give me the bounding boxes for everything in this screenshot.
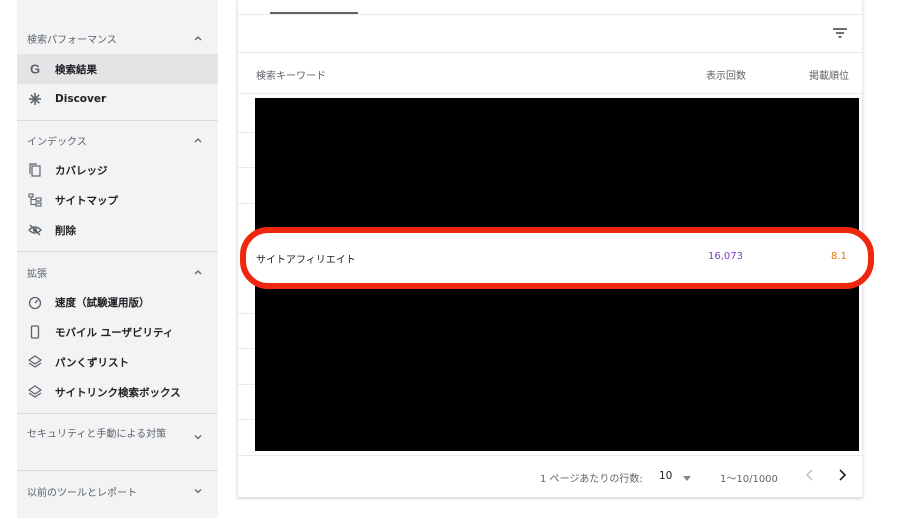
row-divider xyxy=(238,132,255,133)
chevron-up-icon xyxy=(194,270,202,275)
filter-icon[interactable] xyxy=(832,25,848,41)
section-title: 検索パフォーマンス xyxy=(27,34,117,46)
sidebar-item-label: カバレッジ xyxy=(55,164,108,177)
sidebar-item-discover[interactable]: Discover xyxy=(17,84,218,114)
section-title: 以前のツールとレポート xyxy=(27,487,137,499)
chevron-down-icon xyxy=(194,435,202,440)
section-header-legacy-tools[interactable]: 以前のツールとレポート xyxy=(17,481,218,501)
section-header-search-performance[interactable]: 検索パフォーマンス xyxy=(17,28,218,48)
section-header-enhancements[interactable]: 拡張 xyxy=(17,262,218,282)
divider xyxy=(17,470,218,471)
chevron-up-icon xyxy=(194,138,202,143)
next-page-icon[interactable] xyxy=(835,468,849,482)
sidebar-item-label: モバイル ユーザビリティ xyxy=(55,326,174,339)
row-divider xyxy=(238,384,255,385)
divider xyxy=(17,413,218,414)
row-divider xyxy=(238,203,255,204)
divider xyxy=(238,14,862,15)
asterisk-icon xyxy=(27,91,43,107)
sidebar-item-speed[interactable]: 速度（試験運用版） xyxy=(17,287,218,317)
sidebar-item-sitemap[interactable]: サイトマップ xyxy=(17,185,218,215)
impressions-cell: 16,073 xyxy=(708,251,743,262)
divider xyxy=(238,93,862,94)
sidebar-item-sitelinks-searchbox[interactable]: サイトリンク検索ボックス xyxy=(17,377,218,407)
sidebar-item-search-results[interactable]: G 検索結果 xyxy=(17,54,218,84)
chevron-up-icon xyxy=(194,36,202,41)
sidebar-item-label: サイトリンク検索ボックス xyxy=(55,386,181,399)
phone-icon xyxy=(27,324,43,340)
sidebar-item-coverage[interactable]: カバレッジ xyxy=(17,155,218,185)
row-divider xyxy=(238,313,255,314)
sidebar-item-label: 削除 xyxy=(55,224,76,237)
row-divider xyxy=(238,348,255,349)
chevron-down-icon xyxy=(194,489,202,494)
sidebar-item-breadcrumbs[interactable]: パンくずリスト xyxy=(17,347,218,377)
sidebar-item-label: Discover xyxy=(55,93,107,105)
divider xyxy=(238,52,862,53)
section-title: セキュリティと手動による対策 xyxy=(27,429,167,440)
divider xyxy=(238,455,862,456)
divider xyxy=(17,251,218,252)
sidebar-item-mobile-usability[interactable]: モバイル ユーザビリティ xyxy=(17,317,218,347)
sidebar-item-label: 速度（試験運用版） xyxy=(55,296,150,309)
divider xyxy=(17,120,218,121)
copy-icon xyxy=(27,162,43,178)
google-g-icon: G xyxy=(27,61,43,77)
column-header-position[interactable]: 掲載順位 xyxy=(809,67,849,82)
sitemap-icon xyxy=(27,192,43,208)
layers-icon xyxy=(27,384,43,400)
sidebar-item-removals[interactable]: 削除 xyxy=(17,215,218,245)
svg-text:G: G xyxy=(30,62,40,76)
highlighted-query-row[interactable]: サイトアフィリエイト 16,073 8.1 xyxy=(240,227,874,289)
column-header-query[interactable]: 検索キーワード xyxy=(256,67,326,82)
row-divider xyxy=(238,419,255,420)
section-header-security[interactable]: セキュリティと手動による対策 xyxy=(17,427,218,461)
sidebar-item-label: サイトマップ xyxy=(55,194,118,207)
sidebar-item-label: パンくずリスト xyxy=(55,356,130,369)
position-cell: 8.1 xyxy=(831,251,847,262)
section-header-index[interactable]: インデックス xyxy=(17,130,218,150)
rows-per-page-label: 1 ページあたりの行数: xyxy=(540,474,643,485)
query-cell: サイトアフィリエイト xyxy=(256,255,356,266)
sidebar-item-label: 検索結果 xyxy=(55,63,97,76)
prev-page-icon[interactable] xyxy=(803,468,817,482)
dropdown-caret-icon[interactable] xyxy=(683,476,691,481)
row-divider xyxy=(238,167,255,168)
sidebar: 検索パフォーマンス G 検索結果 Discover インデックス カバレッジ サ… xyxy=(17,0,218,518)
speedometer-icon xyxy=(27,294,43,310)
section-title: 拡張 xyxy=(27,268,47,280)
column-header-impressions[interactable]: 表示回数 xyxy=(706,67,746,82)
section-title: インデックス xyxy=(27,136,87,148)
layers-icon xyxy=(27,354,43,370)
eye-off-icon xyxy=(27,222,43,238)
rows-per-page-select[interactable]: 10 xyxy=(659,470,672,482)
page-range: 1〜10/1000 xyxy=(720,474,778,485)
